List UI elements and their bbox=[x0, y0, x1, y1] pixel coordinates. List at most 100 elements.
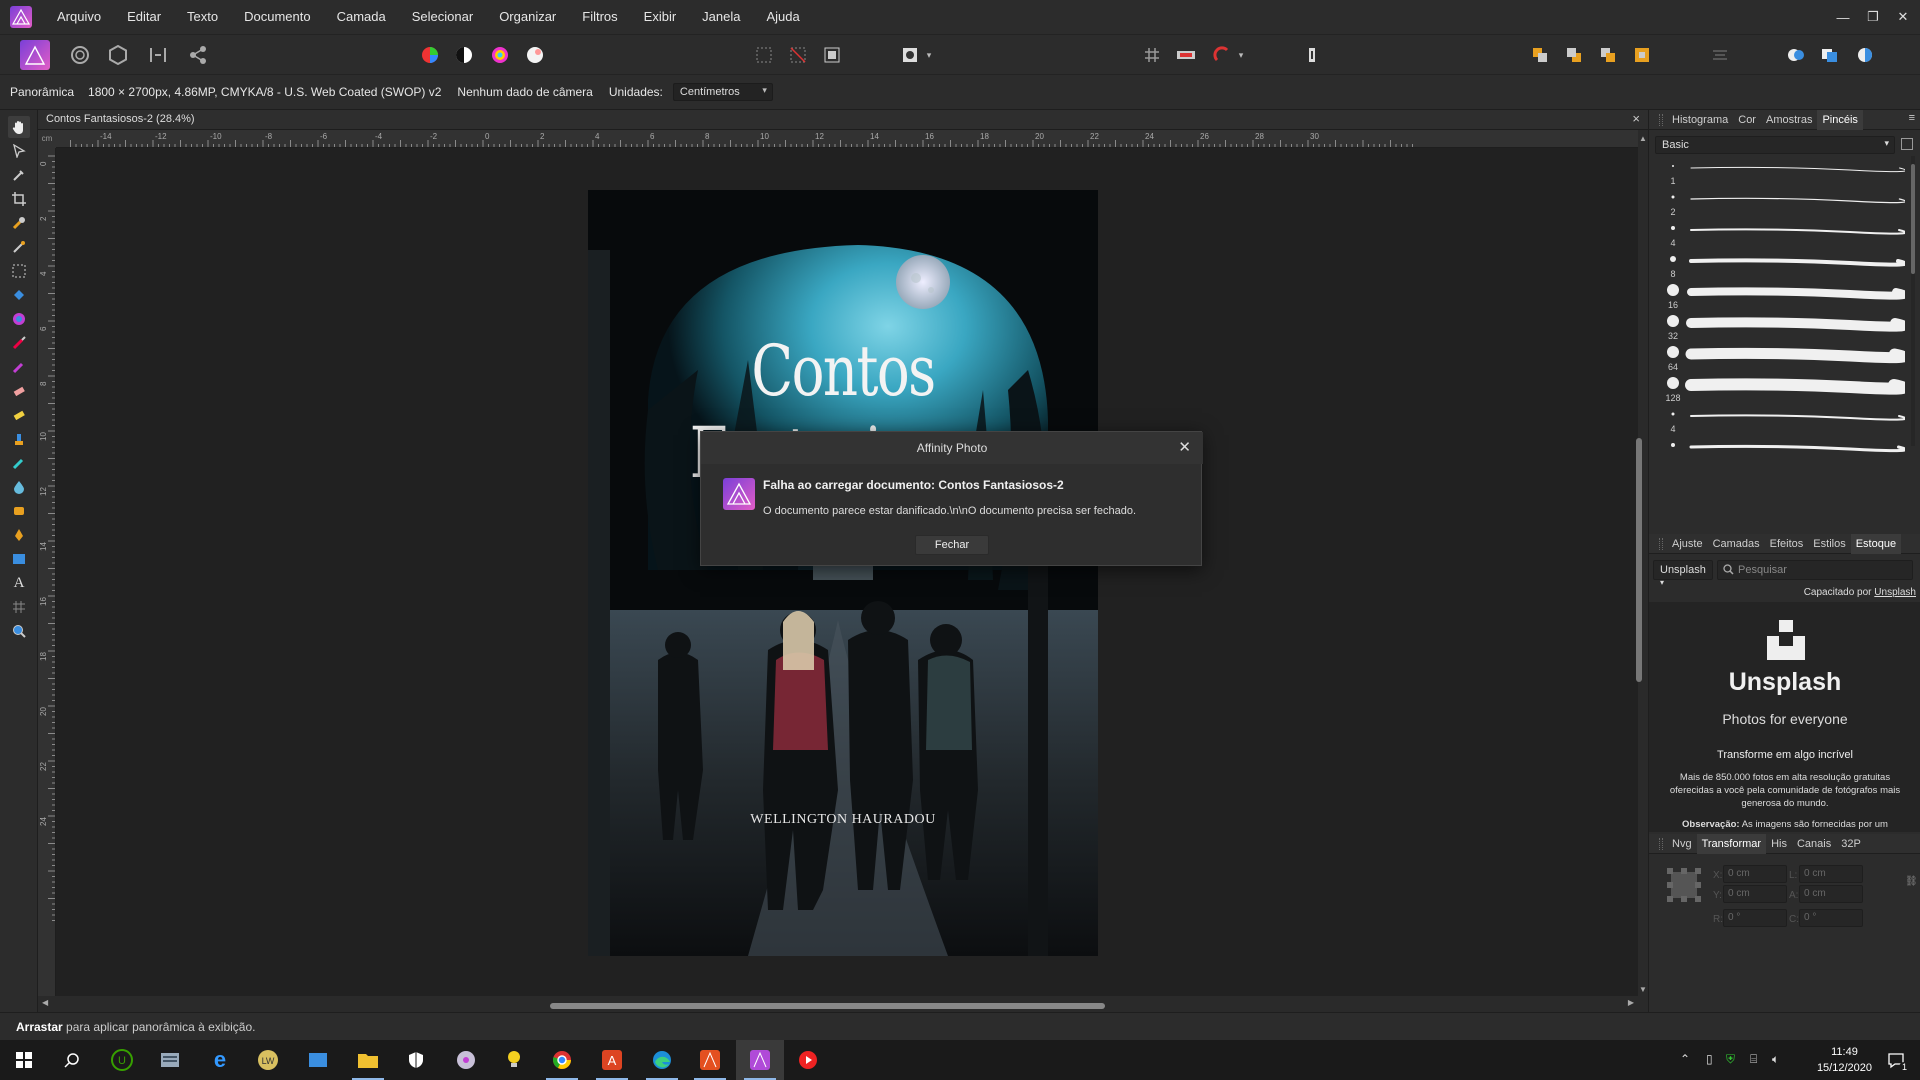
align-icon[interactable] bbox=[1708, 43, 1732, 67]
scroll-right-icon[interactable]: ▶ bbox=[1628, 998, 1634, 1007]
flood-select-icon[interactable] bbox=[8, 236, 30, 258]
auto-colors-icon[interactable] bbox=[488, 43, 512, 67]
menu-ajuda[interactable]: Ajuda bbox=[753, 0, 812, 34]
dodge-brush-icon[interactable] bbox=[8, 404, 30, 426]
volume-icon[interactable]: 🔈︎ bbox=[1772, 1052, 1779, 1067]
brush-list-scroll-thumb[interactable] bbox=[1911, 164, 1915, 274]
close-button[interactable]: Fechar bbox=[915, 535, 989, 555]
dvd-player-icon[interactable] bbox=[442, 1040, 490, 1080]
horizontal-ruler[interactable]: -14 -12 -10 -8 -6 -4 -2 0 2 4 6 8 10 12 14 16 18 20 22 24 26… bbox=[56, 130, 1638, 148]
close-window-icon[interactable]: ✕ bbox=[1883, 0, 1920, 34]
view-tool-hand-icon[interactable] bbox=[8, 116, 30, 138]
document-tab[interactable]: Contos Fantasiosos-2 (28.4%) × bbox=[38, 110, 1648, 130]
units-dropdown[interactable]: Centímetros bbox=[672, 83, 773, 101]
scroll-left-icon[interactable]: ◀ bbox=[42, 998, 48, 1007]
menu-arquivo[interactable]: Arquivo bbox=[44, 0, 114, 34]
invert-selection-icon[interactable] bbox=[820, 43, 844, 67]
notification-center-icon[interactable]: 1 bbox=[1872, 1040, 1920, 1080]
mesh-warp-icon[interactable] bbox=[8, 596, 30, 618]
menu-texto[interactable]: Texto bbox=[174, 0, 231, 34]
horizontal-scrollbar-thumb[interactable] bbox=[550, 1003, 1105, 1009]
erase-brush-icon[interactable] bbox=[8, 380, 30, 402]
gradient-tool-icon[interactable] bbox=[8, 308, 30, 330]
flood-fill-icon[interactable] bbox=[8, 284, 30, 306]
snapping-magnet-icon[interactable] bbox=[1210, 43, 1234, 67]
brush-preset[interactable] bbox=[1655, 433, 1905, 471]
deselect-icon[interactable] bbox=[786, 43, 810, 67]
tone-mapping-persona-icon[interactable] bbox=[146, 43, 170, 67]
boolean-add-icon[interactable] bbox=[1784, 43, 1808, 67]
auto-contrast-icon[interactable] bbox=[452, 43, 476, 67]
security-shield-icon[interactable] bbox=[392, 1040, 440, 1080]
scroll-up-icon[interactable]: ▲ bbox=[1638, 134, 1648, 143]
arrange-backward-icon[interactable] bbox=[1562, 43, 1586, 67]
tab-amostras[interactable]: Amostras bbox=[1761, 110, 1817, 130]
tab-ajuste[interactable]: Ajuste bbox=[1667, 534, 1708, 554]
menu-organizar[interactable]: Organizar bbox=[486, 0, 569, 34]
acrobat-icon[interactable]: A bbox=[588, 1040, 636, 1080]
menu-exibir[interactable]: Exibir bbox=[631, 0, 690, 34]
menu-editar[interactable]: Editar bbox=[114, 0, 174, 34]
boolean-intersect-icon[interactable] bbox=[1854, 43, 1878, 67]
search-icon[interactable] bbox=[48, 1040, 96, 1080]
selection-brush-icon[interactable] bbox=[8, 212, 30, 234]
unsplash-link[interactable]: Unsplash bbox=[1874, 587, 1916, 598]
panel-grip-icon[interactable] bbox=[1659, 113, 1663, 126]
battery-icon[interactable]: ▯ bbox=[1706, 1052, 1713, 1066]
snapping-grid-icon[interactable] bbox=[1140, 43, 1164, 67]
stock-search-input[interactable]: Pesquisar bbox=[1717, 560, 1913, 580]
network-icon[interactable]: ⌸ bbox=[1750, 1052, 1757, 1067]
anchor-selector-icon[interactable] bbox=[1665, 866, 1703, 904]
edge-icon[interactable] bbox=[638, 1040, 686, 1080]
assistant-icon[interactable] bbox=[1174, 43, 1198, 67]
rotation-field[interactable]: 0 ° bbox=[1723, 909, 1787, 927]
menu-filtros[interactable]: Filtros bbox=[569, 0, 630, 34]
brush-list-scrollbar[interactable] bbox=[1911, 156, 1915, 446]
paint-brush-icon[interactable] bbox=[8, 332, 30, 354]
tab-cor[interactable]: Cor bbox=[1733, 110, 1761, 130]
arrange-front-icon[interactable] bbox=[1630, 43, 1654, 67]
rectangle-tool-icon[interactable] bbox=[8, 548, 30, 570]
vertical-ruler[interactable]: 0 2 4 6 8 10 12 14 16 18 20 22 24 bbox=[38, 148, 56, 996]
security-tray-icon[interactable]: ⛨ bbox=[1726, 1052, 1735, 1067]
tab-historico[interactable]: His bbox=[1766, 834, 1792, 854]
menu-documento[interactable]: Documento bbox=[231, 0, 323, 34]
height-field[interactable]: 0 cm bbox=[1799, 885, 1863, 903]
arrange-forward-icon[interactable] bbox=[1596, 43, 1620, 67]
develop-persona-icon[interactable] bbox=[106, 43, 130, 67]
scroll-down-icon[interactable]: ▼ bbox=[1638, 985, 1648, 994]
tab-estilos[interactable]: Estilos bbox=[1808, 534, 1850, 554]
vertical-scrollbar-thumb[interactable] bbox=[1636, 438, 1642, 682]
link-ratio-icon[interactable]: ⛓ bbox=[1905, 876, 1918, 887]
tips-bulb-icon[interactable] bbox=[490, 1040, 538, 1080]
color-picker-icon[interactable] bbox=[8, 164, 30, 186]
color-replacement-icon[interactable] bbox=[8, 356, 30, 378]
file-explorer-icon[interactable] bbox=[344, 1040, 392, 1080]
tab-transformar[interactable]: Transformar bbox=[1696, 833, 1767, 854]
selection-marquee-icon[interactable] bbox=[752, 43, 776, 67]
affinity-photo-logo-icon[interactable] bbox=[10, 6, 32, 28]
document-canvas[interactable]: Contos Fantasiosos WELLINGTON HAURADOU bbox=[56, 148, 1638, 996]
boolean-subtract-icon[interactable] bbox=[1818, 43, 1842, 67]
inpainting-brush-icon[interactable] bbox=[8, 452, 30, 474]
tab-pinceis[interactable]: Pincéis bbox=[1817, 109, 1863, 130]
chevron-down-icon[interactable]: ▾ bbox=[1234, 43, 1248, 67]
dialog-close-icon[interactable]: ✕ bbox=[1178, 438, 1191, 456]
tab-32p[interactable]: 32P bbox=[1836, 834, 1866, 854]
affinity-designer-icon[interactable] bbox=[686, 1040, 734, 1080]
sponge-brush-icon[interactable] bbox=[8, 500, 30, 522]
menu-camada[interactable]: Camada bbox=[324, 0, 399, 34]
livewire-icon[interactable]: LW bbox=[244, 1040, 292, 1080]
auto-white-balance-icon[interactable] bbox=[523, 43, 547, 67]
text-tool-icon[interactable]: A bbox=[8, 572, 30, 594]
tab-canais[interactable]: Canais bbox=[1792, 834, 1836, 854]
brush-category-dropdown[interactable]: Basic bbox=[1655, 136, 1895, 154]
pen-tool-icon[interactable] bbox=[8, 524, 30, 546]
panel-grip-icon[interactable] bbox=[1659, 537, 1663, 550]
tray-chevron-icon[interactable]: ⌃ bbox=[1680, 1052, 1690, 1066]
stock-source-dropdown[interactable]: Unsplash ▾ bbox=[1653, 560, 1713, 587]
tab-navegador[interactable]: Nvg bbox=[1667, 834, 1697, 854]
youtube-player-icon[interactable] bbox=[784, 1040, 832, 1080]
affinity-photo-taskbar-icon[interactable] bbox=[736, 1040, 784, 1080]
photo-persona-icon[interactable] bbox=[20, 40, 50, 70]
